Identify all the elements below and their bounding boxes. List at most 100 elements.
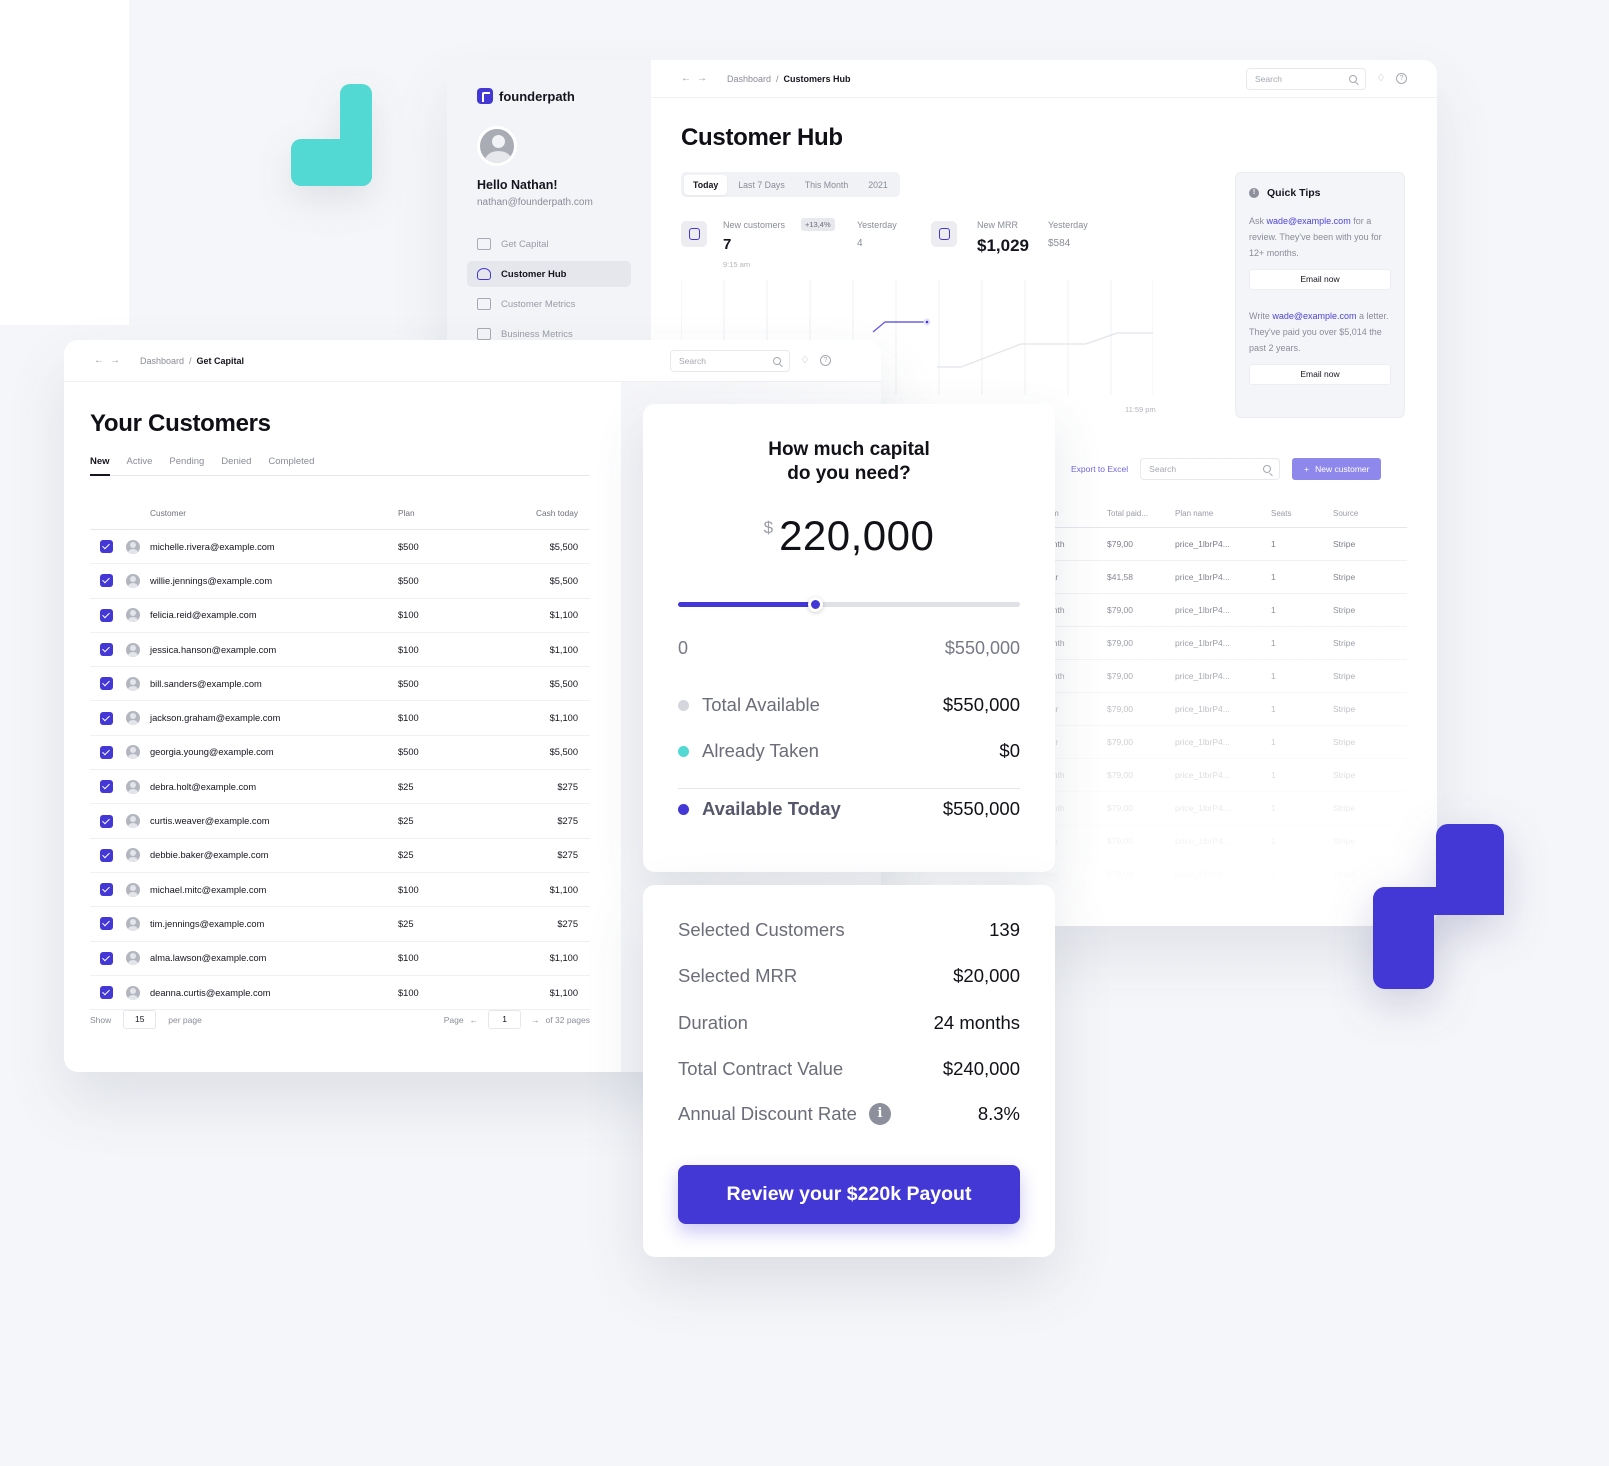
bar-chart-icon [477,328,491,340]
column-header-cash[interactable]: Cash today [494,508,590,518]
help-icon[interactable]: ? [820,355,831,366]
customer-cash-today: $1,100 [549,884,578,895]
bell-icon[interactable]: ♢ [1376,73,1386,84]
table-row[interactable]: Year$79,00price_1lbrP4...1Stripe [1041,726,1407,759]
table-row[interactable]: tim.jennings@example.com $25 $275 [90,907,590,942]
column-header-plan[interactable]: Plan [398,508,494,518]
avatar-icon [126,814,140,829]
breadcrumb-parent[interactable]: Dashboard [140,356,184,366]
row-checkbox[interactable] [100,540,113,554]
forward-arrow-icon[interactable]: → [697,73,713,84]
help-icon[interactable]: ? [1396,73,1407,84]
sidebar-item-customer-metrics[interactable]: Customer Metrics [467,291,631,317]
sidebar-item-get-capital[interactable]: Get Capital [467,231,631,257]
table-row[interactable]: felicia.reid@example.com $100 $1,100 [90,599,590,633]
table-search-input[interactable]: Search [1140,458,1281,480]
table-row[interactable]: jessica.hanson@example.com $100 $1,100 [90,633,590,668]
row-checkbox[interactable] [100,814,113,828]
column-header-customer[interactable]: Customer [150,508,398,518]
table-row[interactable]: deanna.curtis@example.com $100 $1,100 [90,976,590,1011]
table-row[interactable]: michelle.rivera@example.com $500 $5,500 [90,530,590,565]
export-to-excel-link[interactable]: Export to Excel [1071,464,1128,474]
table-row[interactable]: jackson.graham@example.com $100 $1,100 [90,701,590,736]
tab-new[interactable]: New [90,452,110,476]
period-2021[interactable]: 2021 [859,175,897,195]
table-row[interactable]: bill.sanders@example.com $500 $5,500 [90,667,590,702]
period-last-7-days[interactable]: Last 7 Days [729,175,793,195]
bell-icon[interactable]: ♢ [800,355,810,366]
brand-logo[interactable]: founderpath [477,88,575,104]
row-checkbox[interactable] [100,677,113,691]
table-cell: $79,00 [1107,605,1133,615]
back-arrow-icon[interactable]: ← [681,73,697,84]
search-input[interactable]: Search [670,349,790,372]
table-row[interactable]: Month$79,00price_1lbrP4...1Stripe [1041,627,1407,660]
column-header[interactable]: Source [1333,509,1407,518]
table-row[interactable]: Month$79,00price_1lbrP4...1Stripe [1041,594,1407,627]
table-row[interactable]: michael.mitc@example.com $100 $1,100 [90,873,590,908]
column-header[interactable]: Total paid... [1107,509,1175,518]
table-row[interactable]: debbie.baker@example.com $25 $275 [90,839,590,873]
user-avatar[interactable] [477,126,517,166]
table-row[interactable]: Year$41,58price_1lbrP4...1Stripe [1041,561,1407,594]
column-header[interactable]: Plan name [1175,509,1271,518]
legend-dot-icon [678,803,689,815]
sidebar-item-customer-hub[interactable]: Customer Hub [467,261,631,287]
row-checkbox[interactable] [100,917,113,931]
capital-slider[interactable] [678,597,1020,612]
capital-amount[interactable]: $220,000 [643,512,1055,560]
table-cell: Stripe [1333,737,1356,747]
table-row[interactable]: Year$79,00price_1lbrP4...1Stripe [1041,858,1407,891]
email-now-button[interactable]: Email now [1249,269,1391,290]
tab-completed[interactable]: Completed [268,452,314,476]
row-checkbox[interactable] [100,986,113,999]
row-checkbox[interactable] [100,883,113,897]
table-row[interactable]: alma.lawson@example.com $100 $1,100 [90,942,590,976]
row-checkbox[interactable] [100,745,113,759]
tip-email-link[interactable]: wade@example.com [1267,216,1351,226]
row-checkbox[interactable] [100,574,113,588]
avatar-icon [126,985,140,1000]
table-row[interactable]: Year$79,00price_1lbrP4...1Stripe [1041,693,1407,726]
row-checkbox[interactable] [100,608,113,622]
search-icon [1349,74,1357,83]
prev-page-icon[interactable]: ← [470,1015,479,1025]
tab-denied[interactable]: Denied [221,452,251,476]
slider-handle[interactable] [807,597,823,612]
table-row[interactable]: Month$79,00price_1lbrP4...1Stripe [1041,528,1407,561]
row-checkbox[interactable] [100,643,113,657]
column-header[interactable]: Seats [1271,509,1333,518]
new-customer-button[interactable]: + New customer [1292,458,1382,480]
info-icon[interactable]: i [868,1103,891,1125]
period-this-month[interactable]: This Month [796,175,858,195]
table-row[interactable]: Year$79,00price_1lbrP4...1Stripe [1041,825,1407,858]
table-row[interactable]: willie.jennings@example.com $500 $5,500 [90,564,590,599]
table-cell: Stripe [1333,803,1356,813]
tip-email-link[interactable]: wade@example.com [1272,311,1356,321]
email-now-button[interactable]: Email now [1249,364,1391,385]
table-row[interactable]: Month$79,00price_1lbrP4...1Stripe [1041,759,1407,792]
breadcrumb-parent[interactable]: Dashboard [727,74,771,84]
tab-pending[interactable]: Pending [169,452,204,476]
row-checkbox[interactable] [100,780,113,794]
review-payout-button[interactable]: Review your $220k Payout [678,1165,1020,1224]
row-checkbox[interactable] [100,951,113,965]
back-arrow-icon[interactable]: ← [94,355,110,366]
decorative-purple-shape [1373,824,1504,989]
row-checkbox[interactable] [100,848,113,862]
search-input[interactable]: Search [1246,67,1366,90]
forward-arrow-icon[interactable]: → [110,355,126,366]
table-row[interactable]: debra.holt@example.com $25 $275 [90,770,590,805]
yesterday-series-line [937,332,1153,368]
table-row[interactable]: georgia.young@example.com $500 $5,500 [90,736,590,771]
table-row[interactable]: curtis.weaver@example.com $25 $275 [90,804,590,839]
table-row[interactable]: Month$79,00price_1lbrP4...1Stripe [1041,660,1407,693]
table-row[interactable]: Month$79,00price_1lbrP4...1Stripe [1041,792,1407,825]
row-checkbox[interactable] [100,711,113,725]
next-page-icon[interactable]: → [531,1015,540,1025]
per-page-select[interactable]: 15 [123,1010,157,1029]
tab-active[interactable]: Active [127,452,153,476]
page-input[interactable]: 1 [488,1010,522,1029]
period-today[interactable]: Today [684,174,728,195]
status-tabs: New Active Pending Denied Completed [90,452,590,476]
